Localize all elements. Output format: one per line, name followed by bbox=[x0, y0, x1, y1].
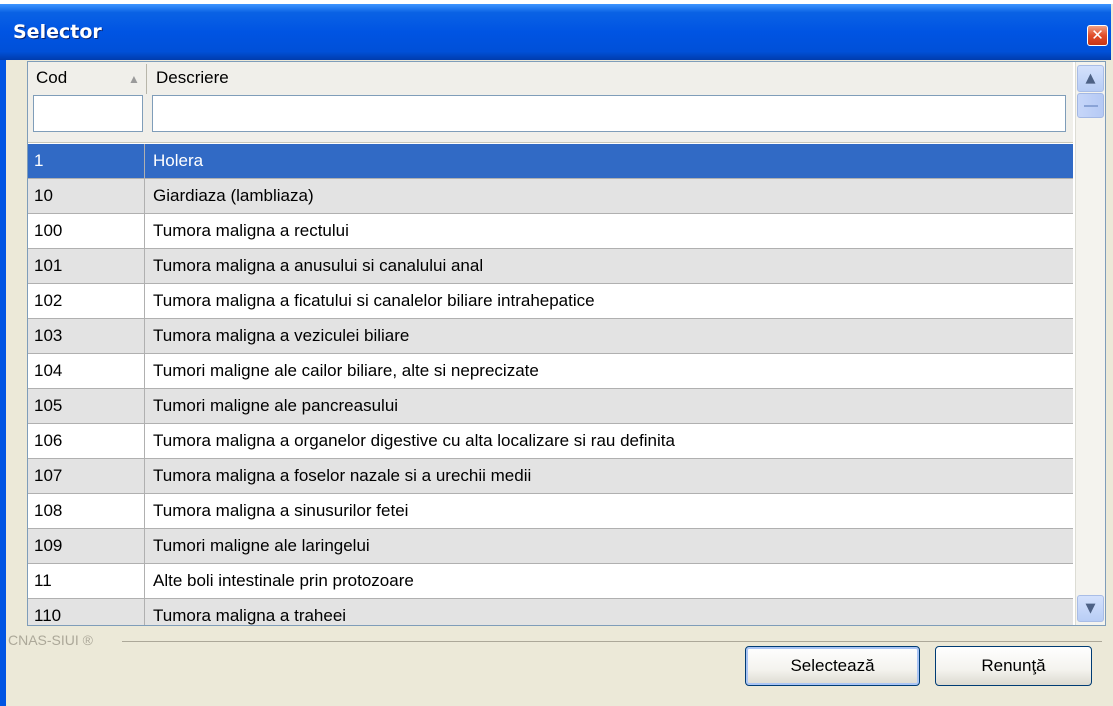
table-row[interactable]: 100 Tumora maligna a rectului bbox=[28, 214, 1073, 249]
cell-cod: 104 bbox=[28, 354, 145, 388]
column-header-descriere-label: Descriere bbox=[156, 68, 229, 87]
table-row[interactable]: 107 Tumora maligna a foselor nazale si a … bbox=[28, 459, 1073, 494]
header-divider[interactable] bbox=[146, 64, 147, 94]
table-row[interactable]: 108 Tumora maligna a sinusurilor fetei bbox=[28, 494, 1073, 529]
table-row[interactable]: 101 Tumora maligna a anusului si canalulu… bbox=[28, 249, 1073, 284]
cell-cod: 105 bbox=[28, 389, 145, 423]
cell-cod: 11 bbox=[28, 564, 145, 598]
table-row[interactable]: 10 Giardiaza (lambliaza) bbox=[28, 179, 1073, 214]
cell-descriere: Tumora maligna a anusului si canalului a… bbox=[153, 256, 484, 275]
cell-cod: 101 bbox=[28, 249, 145, 283]
chevron-down-icon: ▼ bbox=[1085, 601, 1096, 616]
cancel-button[interactable]: Renunţă bbox=[935, 646, 1092, 686]
table-row[interactable]: 110 Tumora maligna a traheei bbox=[28, 599, 1073, 625]
table-row[interactable]: 102 Tumora maligna a ficatului si canalel… bbox=[28, 284, 1073, 319]
cell-cod: 108 bbox=[28, 494, 145, 528]
column-header-cod[interactable]: Cod ▲ bbox=[32, 64, 144, 94]
table-row[interactable]: 103 Tumora maligna a veziculei biliare bbox=[28, 319, 1073, 354]
cell-cod: 106 bbox=[28, 424, 145, 458]
table-row[interactable]: 105 Tumori maligne ale pancreasului bbox=[28, 389, 1073, 424]
brand-label: CNAS-SIUI ® bbox=[8, 632, 93, 648]
scrollbar-thumb[interactable] bbox=[1077, 93, 1104, 118]
cell-descriere: Tumori maligne ale pancreasului bbox=[153, 396, 399, 415]
cell-descriere: Tumora maligna a sinusurilor fetei bbox=[153, 501, 409, 520]
cell-cod: 107 bbox=[28, 459, 145, 493]
window-left-border bbox=[0, 60, 6, 706]
close-button[interactable]: ✕ bbox=[1087, 25, 1108, 46]
cell-descriere: Tumora maligna a organelor digestive cu … bbox=[153, 431, 675, 450]
grid-header: Cod ▲ Descriere bbox=[28, 62, 1073, 143]
table-row[interactable]: 109 Tumori maligne ale laringelui bbox=[28, 529, 1073, 564]
table-row[interactable]: 1 Holera bbox=[28, 144, 1073, 179]
cell-descriere: Tumori maligne ale cailor biliare, alte … bbox=[153, 361, 539, 380]
selector-dialog: Selector ✕ Cod ▲ Descriere 1 Holera 10 Giar… bbox=[0, 4, 1113, 706]
cell-descriere: Tumora maligna a traheei bbox=[153, 606, 347, 625]
select-button[interactable]: Selectează bbox=[745, 646, 920, 686]
vertical-scrollbar[interactable]: ▲ ▼ bbox=[1075, 62, 1105, 625]
column-header-descriere[interactable]: Descriere bbox=[150, 64, 1050, 94]
chevron-up-icon: ▲ bbox=[1085, 71, 1096, 86]
selector-grid: Cod ▲ Descriere 1 Holera 10 Giardiaza (lamb… bbox=[27, 61, 1106, 626]
close-icon: ✕ bbox=[1091, 26, 1104, 44]
cell-cod: 102 bbox=[28, 284, 145, 318]
window-title: Selector bbox=[13, 21, 102, 43]
cell-cod: 103 bbox=[28, 319, 145, 353]
table-row[interactable]: 104 Tumori maligne ale cailor biliare, al… bbox=[28, 354, 1073, 389]
cell-descriere: Alte boli intestinale prin protozoare bbox=[153, 571, 414, 590]
filter-descriere-input[interactable] bbox=[152, 95, 1066, 132]
grid-rows: 1 Holera 10 Giardiaza (lambliaza) 100 Tumora … bbox=[28, 144, 1073, 625]
cell-descriere: Tumora maligna a foselor nazale si a ure… bbox=[153, 466, 532, 485]
table-row[interactable]: 11 Alte boli intestinale prin protozoare bbox=[28, 564, 1073, 599]
cell-descriere: Giardiaza (lambliaza) bbox=[153, 186, 314, 205]
cell-descriere: Tumori maligne ale laringelui bbox=[153, 536, 370, 555]
cell-descriere: Holera bbox=[153, 151, 204, 170]
cell-cod: 10 bbox=[28, 179, 145, 213]
column-header-cod-label: Cod bbox=[36, 68, 68, 87]
cell-cod: 110 bbox=[28, 599, 145, 625]
table-row[interactable]: 106 Tumora maligna a organelor digestive … bbox=[28, 424, 1073, 459]
filter-cod-input[interactable] bbox=[33, 95, 143, 132]
scroll-down-button[interactable]: ▼ bbox=[1077, 595, 1104, 622]
footer-divider bbox=[122, 641, 1102, 642]
cell-descriere: Tumora maligna a ficatului si canalelor … bbox=[153, 291, 595, 310]
sort-ascending-icon: ▲ bbox=[128, 72, 140, 86]
cell-descriere: Tumora maligna a veziculei biliare bbox=[153, 326, 410, 345]
title-bar[interactable]: Selector ✕ bbox=[0, 4, 1111, 60]
cell-cod: 1 bbox=[28, 144, 145, 178]
cell-descriere: Tumora maligna a rectului bbox=[153, 221, 349, 240]
scroll-up-button[interactable]: ▲ bbox=[1077, 65, 1104, 92]
cell-cod: 100 bbox=[28, 214, 145, 248]
cell-cod: 109 bbox=[28, 529, 145, 563]
